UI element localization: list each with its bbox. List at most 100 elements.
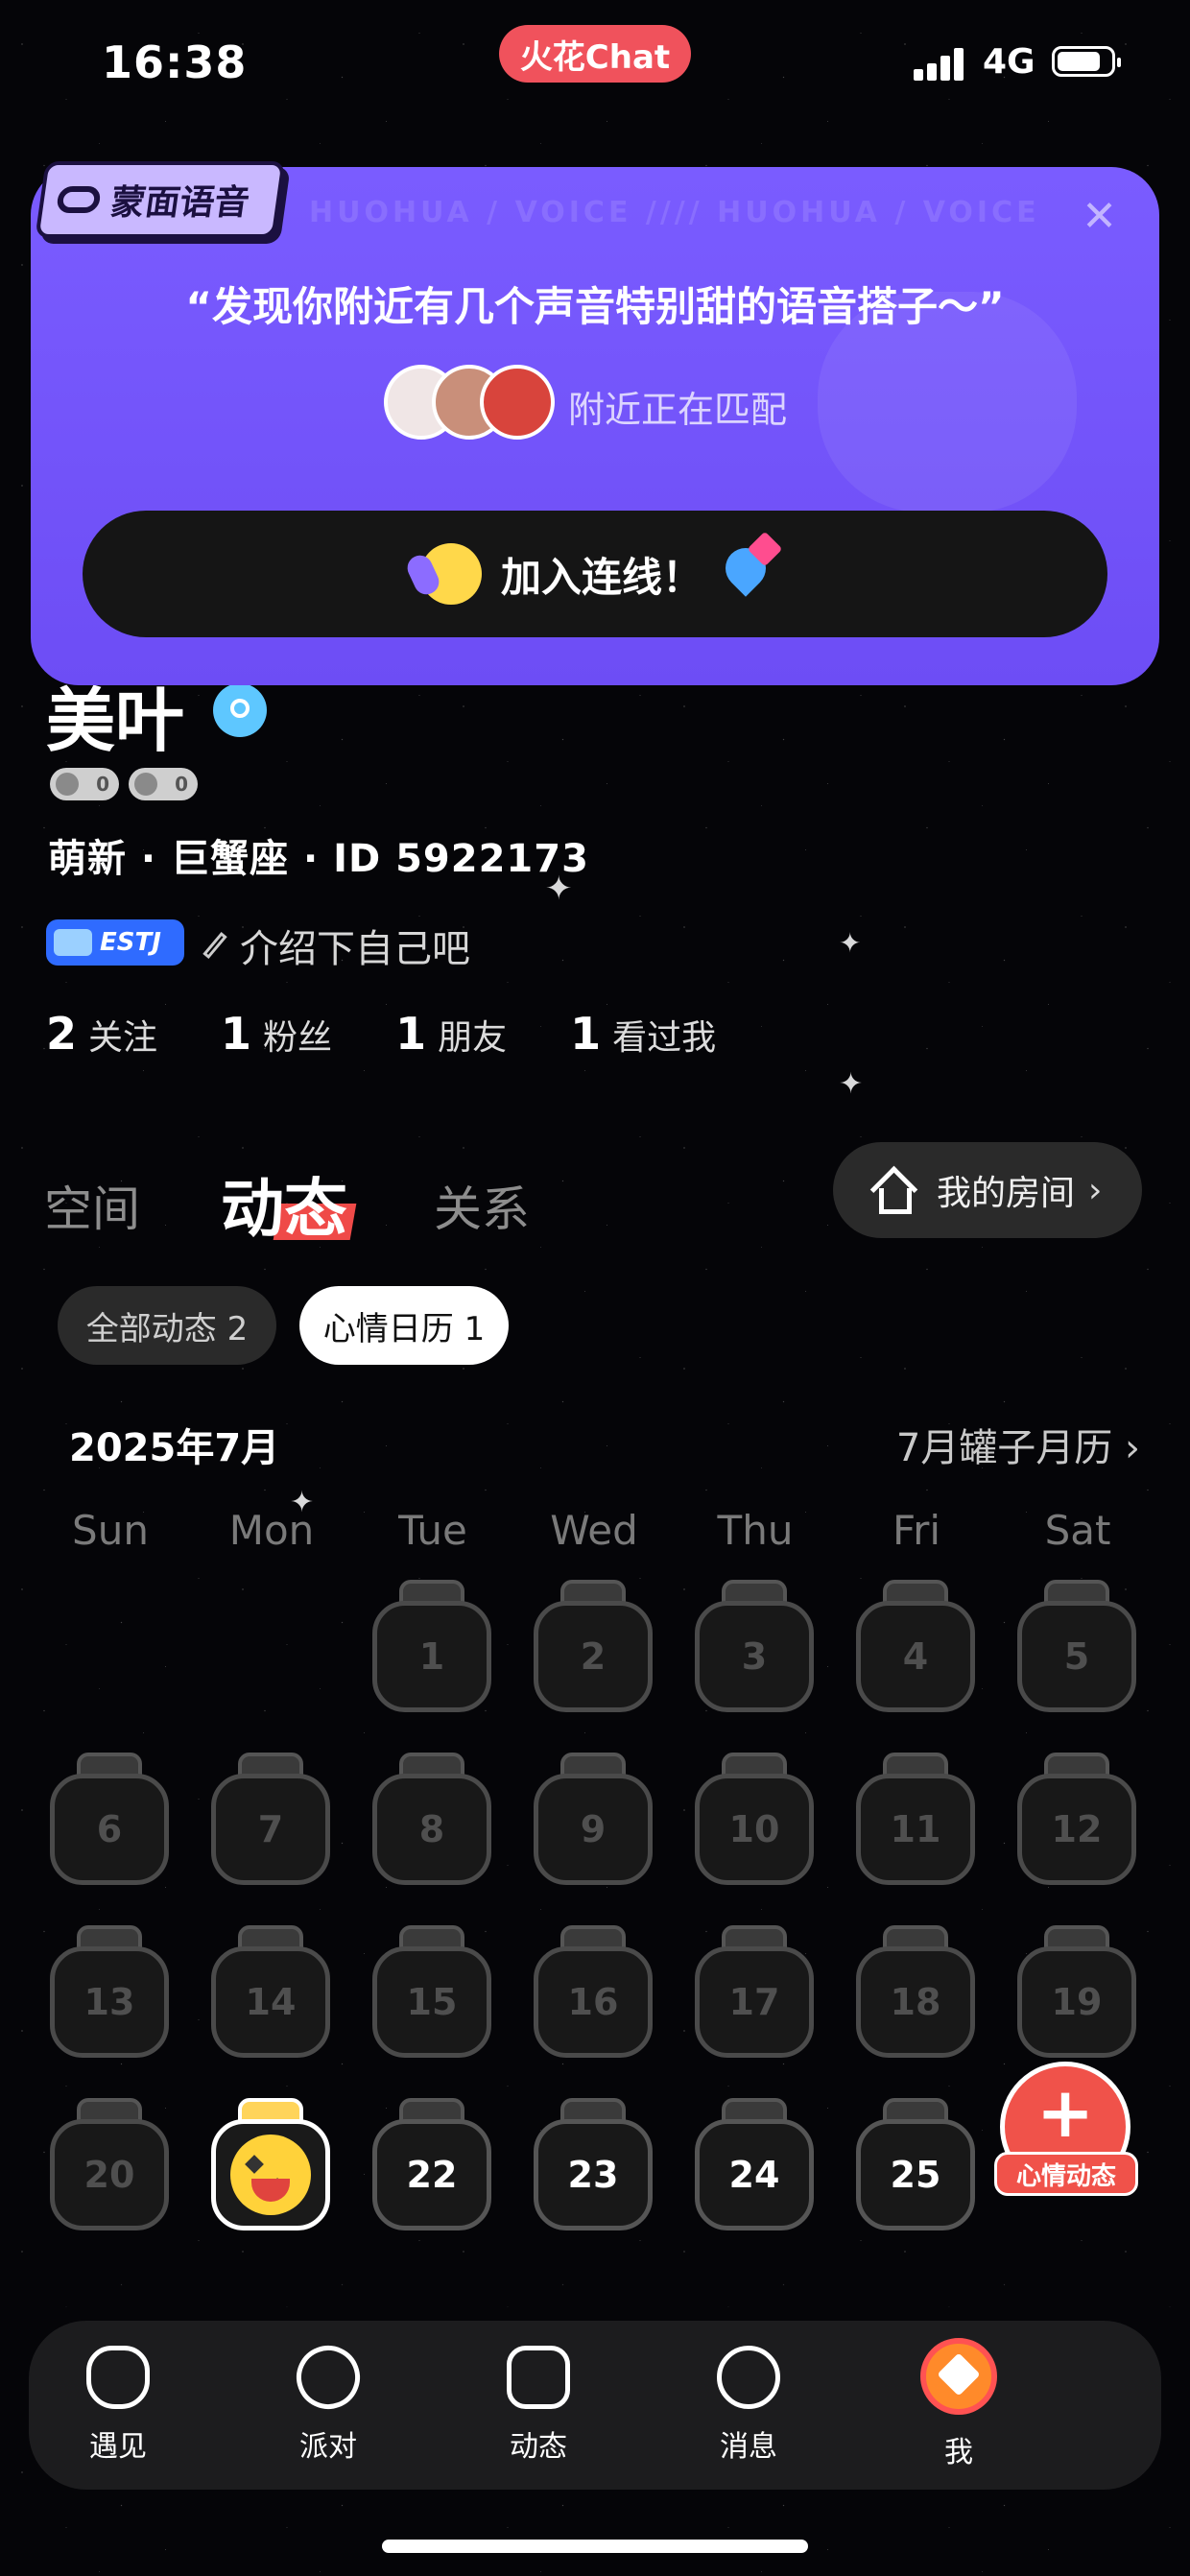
nav-feed[interactable]: 动态 xyxy=(466,2346,610,2465)
calendar-day-jar[interactable]: 11 xyxy=(856,1753,975,1885)
calendar-day-jar[interactable]: 19 xyxy=(1017,1925,1136,2058)
intro-edit-link[interactable]: 介绍下自己吧 xyxy=(202,918,470,973)
profile-stats: 2 关注 1 粉丝 1 朋友 1 看过我 xyxy=(46,1008,779,1060)
calendar-day-jar[interactable]: 8 xyxy=(372,1753,491,1885)
mbti-badge[interactable]: ESTJ xyxy=(46,919,184,966)
calendar-day-jar[interactable]: 16 xyxy=(534,1925,653,2058)
stat-following[interactable]: 2 关注 xyxy=(46,1008,157,1060)
nav-label: 遇见 xyxy=(89,2430,147,2464)
profile-badges: 0 0 xyxy=(50,768,198,800)
stat-count: 1 xyxy=(221,1008,252,1060)
voice-match-banner[interactable]: HUOHUA / VOICE //// HUOHUA / VOICE ✕ “发现… xyxy=(31,167,1159,685)
calendar-day-jar[interactable]: 18 xyxy=(856,1925,975,2058)
stat-label: 看过我 xyxy=(612,1018,717,1058)
nav-meet[interactable]: 遇见 xyxy=(46,2346,190,2465)
stat-count: 2 xyxy=(46,1008,78,1060)
weekday-label: Tue xyxy=(398,1507,467,1554)
jar-day-number: 6 xyxy=(50,1774,169,1885)
calendar-day-jar[interactable]: 1 xyxy=(372,1580,491,1712)
plus-icon: + xyxy=(1035,2072,1095,2153)
calendar-day-jar[interactable]: 14 xyxy=(211,1925,330,2058)
calendar-day-jar[interactable]: 15 xyxy=(372,1925,491,2058)
jar-day-number: 5 xyxy=(1017,1601,1136,1712)
calendar-day-jar[interactable]: 13 xyxy=(50,1925,169,2058)
banner-quote: “发现你附近有几个声音特别甜的语音搭子～” xyxy=(185,283,1005,330)
weekday-label: Sat xyxy=(1044,1507,1111,1554)
calendar-day-jar[interactable]: 4 xyxy=(856,1580,975,1712)
join-call-button[interactable]: 加入连线！ xyxy=(83,511,1107,637)
close-icon[interactable]: ✕ xyxy=(1082,192,1117,241)
stat-friends[interactable]: 1 朋友 xyxy=(395,1008,507,1060)
calendar-day-jar[interactable]: 24 xyxy=(695,2098,814,2230)
calendar-day-jar[interactable]: 17 xyxy=(695,1925,814,2058)
jar-day-number: 11 xyxy=(856,1774,975,1885)
location-pin-icon xyxy=(722,544,770,604)
jar-day-number: 3 xyxy=(695,1601,814,1712)
calendar-day-jar[interactable] xyxy=(211,2098,330,2230)
phone-smile-icon xyxy=(419,543,482,605)
matching-avatars xyxy=(384,365,557,443)
stat-label: 关注 xyxy=(88,1018,158,1058)
jar-day-number: 25 xyxy=(856,2119,975,2230)
jar-day-number: 17 xyxy=(695,1946,814,2058)
mbti-card-icon xyxy=(54,929,92,956)
nav-me[interactable]: 我 xyxy=(887,2338,1031,2470)
jar-day-number: 9 xyxy=(534,1774,653,1885)
calendar-month: 2025年7月 xyxy=(69,1426,280,1470)
my-room-button[interactable]: 我的房间 › xyxy=(833,1142,1142,1238)
calendar-day-jar[interactable]: 22 xyxy=(372,2098,491,2230)
matching-text: 附近正在匹配 xyxy=(568,389,788,431)
nav-label: 派对 xyxy=(299,2430,357,2464)
calendar-day-jar[interactable]: 9 xyxy=(534,1753,653,1885)
stat-fans[interactable]: 1 粉丝 xyxy=(221,1008,332,1060)
calendar-day-jar[interactable]: 5 xyxy=(1017,1580,1136,1712)
calendar-day-jar[interactable]: 12 xyxy=(1017,1753,1136,1885)
calendar-day-jar[interactable]: 2 xyxy=(534,1580,653,1712)
masked-voice-tag: 蒙面语音 xyxy=(35,161,286,238)
jar-calendar-link[interactable]: 7月罐子月历 › xyxy=(896,1417,1140,1472)
sparkle-icon: ✦ xyxy=(839,1067,864,1101)
jar-day-number: 22 xyxy=(372,2119,491,2230)
calendar-day-jar[interactable]: 20 xyxy=(50,2098,169,2230)
verified-icon xyxy=(213,683,267,737)
jar-day-number: 8 xyxy=(372,1774,491,1885)
stat-visitors[interactable]: 1 看过我 xyxy=(570,1008,716,1060)
nav-party[interactable]: 派对 xyxy=(256,2336,400,2465)
nav-label: 我 xyxy=(944,2436,973,2469)
jar-day-number: 13 xyxy=(50,1946,169,2058)
signal-icon xyxy=(914,46,971,81)
planet-icon xyxy=(287,2336,369,2419)
me-icon xyxy=(920,2338,997,2415)
status-time: 16:38 xyxy=(102,36,248,88)
heart-badge[interactable]: 0 xyxy=(129,768,198,800)
app-name-pill[interactable]: 火花Chat xyxy=(499,25,691,83)
nav-messages[interactable]: 消息 xyxy=(677,2346,821,2465)
add-mood-label[interactable]: 心情动态 xyxy=(994,2152,1138,2196)
calendar-day-jar[interactable]: 7 xyxy=(211,1753,330,1885)
tab-space[interactable]: 空间 xyxy=(44,1171,140,1240)
my-room-label: 我的房间 xyxy=(937,1174,1076,1213)
tab-relations[interactable]: 关系 xyxy=(434,1171,530,1240)
jar-day-number: 18 xyxy=(856,1946,975,2058)
stat-count: 1 xyxy=(570,1008,602,1060)
coin-badge[interactable]: 0 xyxy=(50,768,119,800)
flower-icon xyxy=(507,2346,570,2409)
filter-mood-calendar[interactable]: 心情日历 1 xyxy=(299,1286,509,1365)
calendar-day-jar[interactable]: 10 xyxy=(695,1753,814,1885)
nav-label: 消息 xyxy=(720,2430,777,2464)
calendar-day-jar[interactable]: 23 xyxy=(534,2098,653,2230)
jar-day-number: 15 xyxy=(372,1946,491,2058)
jar-day-number: 12 xyxy=(1017,1774,1136,1885)
stat-count: 1 xyxy=(395,1008,427,1060)
filter-all-posts[interactable]: 全部动态 2 xyxy=(58,1286,276,1365)
weekday-label: Wed xyxy=(550,1507,638,1554)
profile-meta: 萌新 · 巨蟹座 · ID 5922173 xyxy=(48,837,589,881)
calendar-day-jar[interactable]: 6 xyxy=(50,1753,169,1885)
calendar-day-jar[interactable]: 3 xyxy=(695,1580,814,1712)
chat-bubble-icon xyxy=(717,2346,780,2409)
nav-label: 动态 xyxy=(510,2430,567,2464)
stat-label: 朋友 xyxy=(438,1018,508,1058)
tab-feed[interactable]: 动态 xyxy=(221,1157,347,1250)
weekday-label: Fri xyxy=(892,1507,941,1554)
calendar-day-jar[interactable]: 25 xyxy=(856,2098,975,2230)
